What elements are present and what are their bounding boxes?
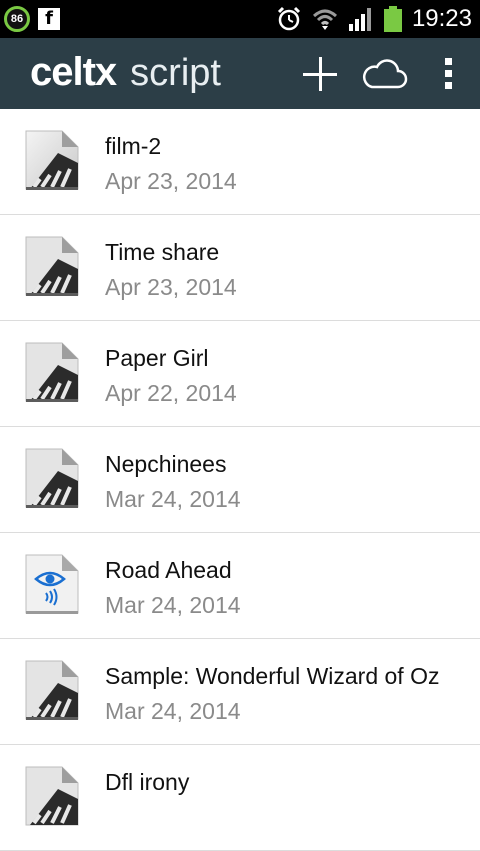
av-script-icon — [25, 554, 79, 614]
plus-icon — [303, 56, 337, 91]
list-item[interactable]: Road Ahead Mar 24, 2014 — [0, 533, 480, 639]
cloud-sync-button[interactable] — [352, 38, 416, 109]
file-date: Mar 24, 2014 — [105, 592, 241, 618]
wifi-icon — [312, 9, 337, 30]
file-title: Sample: Wonderful Wizard of Oz — [105, 663, 440, 689]
list-item[interactable]: Sample: Wonderful Wizard of Oz Mar 24, 2… — [0, 639, 480, 745]
cloud-icon — [363, 58, 408, 88]
file-title: film-2 — [105, 133, 162, 159]
battery-percent-badge: 86 — [4, 6, 30, 32]
script-icon — [25, 448, 79, 508]
alarm-icon — [277, 6, 300, 31]
action-bar-actions — [288, 38, 480, 109]
script-icon — [25, 766, 79, 826]
product-name: script — [130, 52, 221, 94]
list-item[interactable]: Nepchinees Mar 24, 2014 — [0, 427, 480, 533]
overflow-menu-icon — [444, 58, 452, 89]
clock: 19:23 — [411, 5, 472, 32]
file-title: Paper Girl — [105, 345, 209, 371]
file-title: Dfl irony — [105, 769, 190, 795]
script-icon — [25, 342, 79, 402]
status-right: 19:23 — [276, 4, 472, 34]
file-date: Apr 23, 2014 — [105, 274, 237, 300]
app-logo: celtx script — [30, 50, 221, 95]
script-icon — [25, 236, 79, 296]
script-icon — [25, 660, 79, 720]
battery-icon — [383, 6, 402, 32]
status-bar: 86 f 19:23 — [0, 0, 480, 38]
add-button[interactable] — [288, 38, 352, 109]
file-date: Mar 24, 2014 — [105, 486, 241, 512]
action-bar: celtx script — [0, 38, 480, 109]
list-item[interactable]: Dfl irony — [0, 745, 480, 851]
list-item[interactable]: Paper Girl Apr 22, 2014 — [0, 321, 480, 427]
file-list: film-2 Apr 23, 2014 Time share Apr 23, 2… — [0, 109, 480, 851]
script-icon — [25, 130, 79, 190]
signal-strength-icon — [348, 8, 371, 31]
facebook-icon: f — [38, 8, 60, 30]
brand-name: celtx — [30, 50, 117, 94]
file-title: Time share — [105, 239, 220, 265]
list-item[interactable]: film-2 Apr 23, 2014 — [0, 109, 480, 215]
file-title: Nepchinees — [105, 451, 227, 477]
overflow-menu-button[interactable] — [416, 38, 480, 109]
status-left: 86 f — [4, 6, 60, 32]
file-title: Road Ahead — [105, 557, 232, 583]
file-date: Apr 23, 2014 — [105, 168, 237, 194]
file-date: Mar 24, 2014 — [105, 698, 241, 724]
file-date: Apr 22, 2014 — [105, 380, 237, 406]
list-item[interactable]: Time share Apr 23, 2014 — [0, 215, 480, 321]
